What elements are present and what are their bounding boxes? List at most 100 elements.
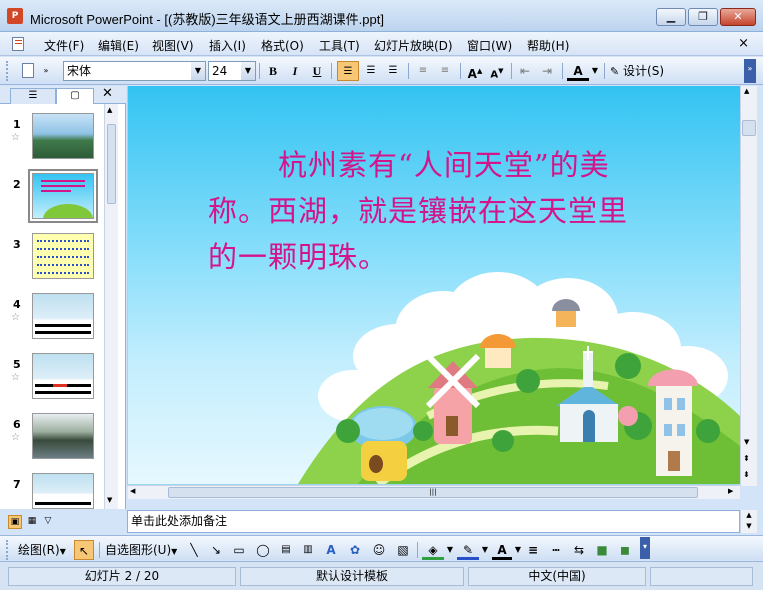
- pane-close-icon[interactable]: ✕: [102, 86, 113, 101]
- new-document-icon[interactable]: [18, 61, 38, 81]
- slide-thumbnail-5[interactable]: [32, 353, 94, 399]
- clipart-icon[interactable]: ☺: [369, 540, 389, 560]
- textbox-tool-icon[interactable]: ▤: [277, 540, 295, 560]
- fill-color-icon[interactable]: ◈: [422, 540, 444, 560]
- thumbnail-number: 4: [13, 298, 21, 311]
- normal-view-icon[interactable]: ▣: [8, 515, 22, 529]
- scrollbar-thumb[interactable]: |||: [168, 487, 698, 498]
- chevron-down-icon[interactable]: ▼: [191, 62, 205, 80]
- font-color-icon[interactable]: A: [492, 540, 512, 560]
- align-left-icon[interactable]: ☰: [337, 61, 359, 81]
- slide-thumbnail-7[interactable]: [32, 473, 94, 509]
- bullets-icon[interactable]: ≡: [435, 61, 455, 81]
- chevron-down-icon[interactable]: ▼: [480, 540, 490, 560]
- notes-scrollbar[interactable]: ▲ ▼: [740, 510, 757, 533]
- decrease-font-icon[interactable]: A▼: [487, 61, 507, 81]
- draw-menu-button[interactable]: 绘图(R)▼: [18, 540, 70, 560]
- increase-font-icon[interactable]: A▲: [465, 61, 485, 81]
- slide-thumbnail-4[interactable]: [32, 293, 94, 339]
- notes-placeholder: 单击此处添加备注: [131, 514, 228, 528]
- slide-vertical-scrollbar[interactable]: ▲ ▼ ⇞ ⇟: [740, 86, 757, 486]
- chevron-down-icon[interactable]: ▼: [445, 540, 455, 560]
- wordart-icon[interactable]: A: [321, 540, 341, 560]
- align-right-icon[interactable]: ☰: [383, 61, 403, 81]
- menu-insert[interactable]: 插入(I): [209, 37, 246, 54]
- toolbar-options-icon[interactable]: »: [744, 59, 756, 83]
- numbering-icon[interactable]: ≡: [413, 61, 433, 81]
- document-menu-icon[interactable]: [8, 36, 38, 52]
- scroll-left-icon[interactable]: ◀: [130, 487, 135, 495]
- scroll-down-icon[interactable]: ▼: [107, 496, 112, 504]
- scroll-down-icon[interactable]: ▼: [744, 438, 749, 446]
- animation-star-icon: ☆: [11, 372, 20, 383]
- scrollbar-thumb[interactable]: [742, 120, 756, 136]
- insert-picture-icon[interactable]: ▧: [393, 540, 413, 560]
- restore-button[interactable]: ❐: [688, 8, 718, 26]
- arrow-style-icon[interactable]: ⇆: [569, 540, 589, 560]
- line-style-icon[interactable]: ≡: [523, 540, 543, 560]
- menu-help[interactable]: 帮助(H): [527, 37, 569, 54]
- line-tool-icon[interactable]: ╲: [185, 540, 203, 560]
- underline-button[interactable]: U: [308, 61, 326, 81]
- arrow-tool-icon[interactable]: ↘: [207, 540, 225, 560]
- slide-sorter-view-icon[interactable]: ▦: [25, 515, 39, 529]
- thumbnail-number: 7: [13, 478, 21, 491]
- next-slide-icon[interactable]: ⇟: [743, 470, 750, 479]
- menu-edit[interactable]: 编辑(E): [98, 37, 139, 54]
- slide-thumbnail-1[interactable]: [32, 113, 94, 159]
- menu-tools[interactable]: 工具(T): [319, 37, 360, 54]
- line-color-icon[interactable]: ✎: [457, 540, 479, 560]
- design-button[interactable]: ✎ 设计(S): [610, 61, 674, 81]
- thumbnail-scrollbar[interactable]: ▲ ▼: [104, 104, 118, 509]
- menu-window[interactable]: 窗口(W): [467, 37, 512, 54]
- toolbar-options-icon[interactable]: ▾: [640, 537, 650, 559]
- shadow-style-icon[interactable]: ■: [592, 540, 612, 560]
- slide-title-text[interactable]: 杭州素有“人间天堂”的美称。西湖，就是镶嵌在这天堂里的一颗明珠。: [208, 142, 638, 280]
- 3d-style-icon[interactable]: ◼: [615, 540, 635, 560]
- increase-indent-icon[interactable]: ⇥: [537, 61, 557, 81]
- select-objects-icon[interactable]: ↖: [74, 540, 94, 560]
- slideshow-view-icon[interactable]: ▽: [41, 515, 55, 529]
- design-icon: ✎: [610, 65, 620, 78]
- document-close-icon[interactable]: ×: [738, 36, 749, 51]
- slide-thumbnail-6[interactable]: [32, 413, 94, 459]
- scroll-up-icon[interactable]: ▲: [744, 87, 749, 95]
- menu-slideshow[interactable]: 幻灯片放映(D): [374, 37, 453, 54]
- menu-file[interactable]: 文件(F): [44, 37, 84, 54]
- slide-thumbnail-2[interactable]: [28, 169, 98, 223]
- dash-style-icon[interactable]: ┅: [546, 540, 566, 560]
- oval-tool-icon[interactable]: ◯: [253, 540, 273, 560]
- toolbar-grip[interactable]: [6, 540, 10, 560]
- vertical-textbox-icon[interactable]: ▥: [299, 540, 317, 560]
- scroll-up-icon[interactable]: ▲: [107, 106, 112, 114]
- font-name-select[interactable]: 宋体 ▼: [63, 61, 206, 81]
- slide-thumbnail-3[interactable]: [32, 233, 94, 279]
- decrease-indent-icon[interactable]: ⇤: [515, 61, 535, 81]
- font-size-select[interactable]: 24 ▼: [208, 61, 256, 81]
- toolbar-options-icon[interactable]: »: [40, 61, 52, 81]
- menu-view[interactable]: 视图(V): [152, 37, 194, 54]
- previous-slide-icon[interactable]: ⇞: [743, 454, 750, 463]
- notes-pane[interactable]: 单击此处添加备注: [127, 510, 740, 533]
- menu-format[interactable]: 格式(O): [261, 37, 304, 54]
- slide[interactable]: 杭州素有“人间天堂”的美称。西湖，就是镶嵌在这天堂里的一颗明珠。: [128, 86, 740, 484]
- slides-tab[interactable]: ▢: [56, 88, 94, 104]
- toolbar-grip[interactable]: [6, 61, 10, 81]
- outline-tab[interactable]: ☰: [10, 88, 56, 104]
- bold-button[interactable]: B: [264, 61, 282, 81]
- chevron-down-icon[interactable]: ▼: [241, 62, 255, 80]
- diagram-icon[interactable]: ✿: [345, 540, 365, 560]
- font-color-icon[interactable]: A: [567, 61, 589, 81]
- slide-horizontal-scrollbar[interactable]: ◀ ||| ▶: [128, 485, 740, 499]
- scrollbar-thumb[interactable]: [107, 124, 116, 204]
- rectangle-tool-icon[interactable]: ▭: [229, 540, 249, 560]
- close-button[interactable]: ✕: [720, 8, 756, 26]
- scroll-right-icon[interactable]: ▶: [728, 487, 733, 495]
- minimize-button[interactable]: ▁: [656, 8, 686, 26]
- powerpoint-app-icon[interactable]: P: [7, 8, 23, 24]
- autoshapes-menu-button[interactable]: 自选图形(U)▼: [105, 540, 181, 560]
- align-center-icon[interactable]: ☰: [361, 61, 381, 81]
- italic-button[interactable]: I: [286, 61, 304, 81]
- chevron-down-icon[interactable]: ▼: [513, 540, 523, 560]
- chevron-down-icon[interactable]: ▼: [590, 61, 600, 81]
